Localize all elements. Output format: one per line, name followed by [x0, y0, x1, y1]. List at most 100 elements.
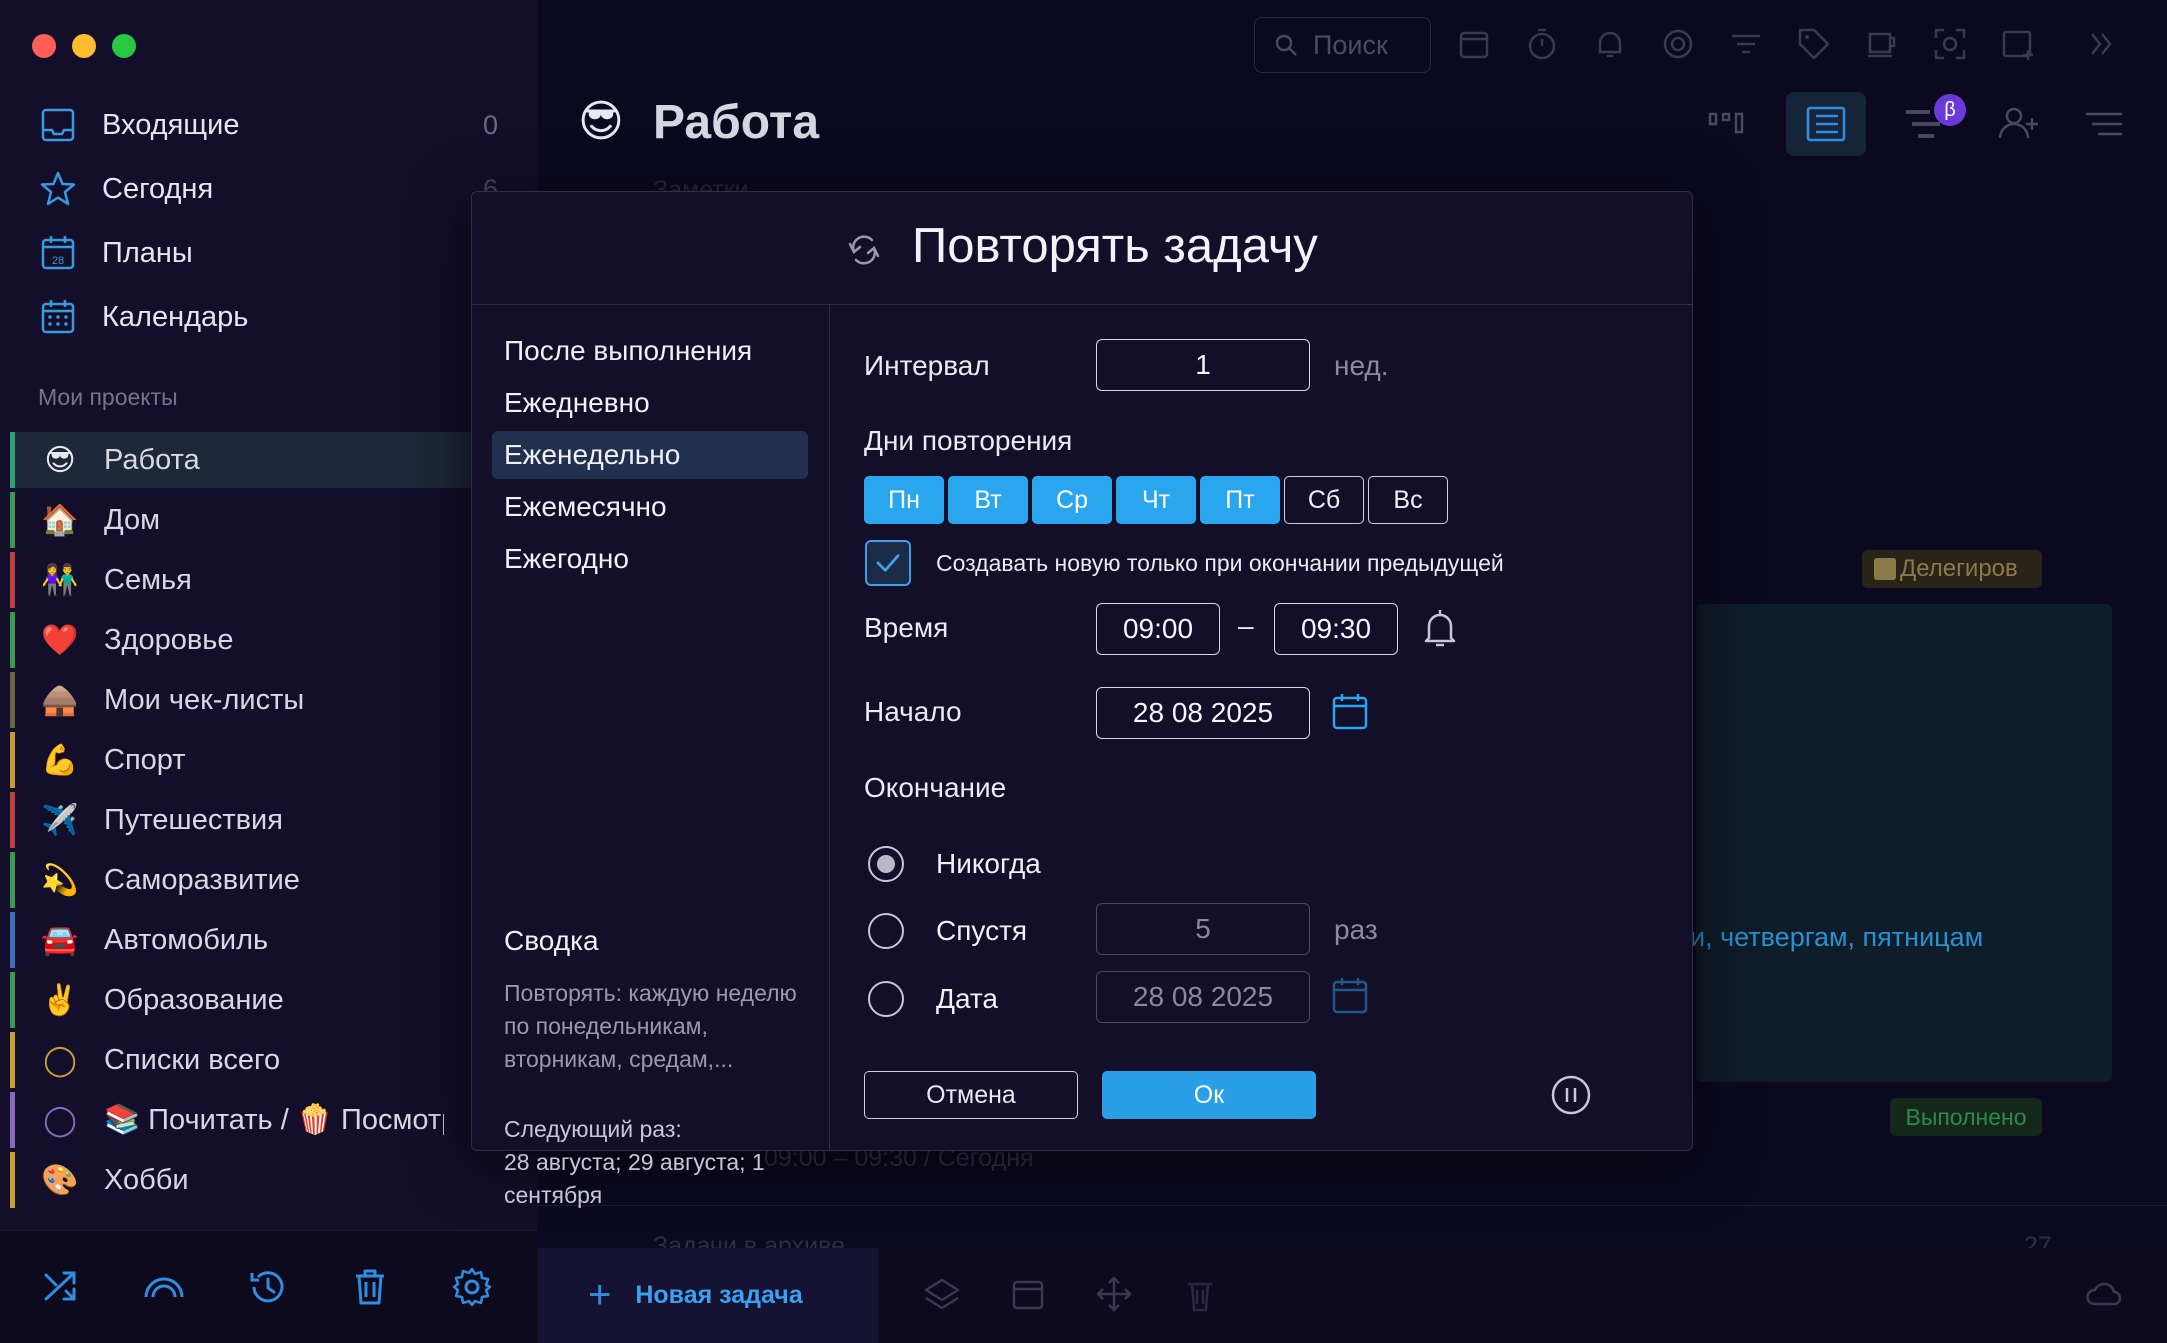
target-icon[interactable] — [1658, 24, 1698, 64]
sidebar-project-item[interactable]: ◯ Списки всего — [10, 1032, 538, 1088]
day-wed[interactable]: Ср — [1032, 476, 1112, 524]
freq-monthly[interactable]: Ежемесячно — [492, 483, 808, 531]
end-after-count-input[interactable] — [1096, 903, 1310, 955]
freq-weekly[interactable]: Еженедельно — [492, 431, 808, 479]
search-box[interactable] — [1254, 17, 1431, 73]
chevrons-right-icon[interactable] — [2082, 24, 2122, 64]
project-color-bar — [10, 1032, 15, 1088]
day-mon[interactable]: Пн — [864, 476, 944, 524]
bell-icon[interactable] — [1590, 24, 1630, 64]
sidebar-project-item[interactable]: 👫 Семья — [10, 552, 538, 608]
maximize-window-button[interactable] — [112, 34, 136, 58]
day-thu[interactable]: Чт — [1116, 476, 1196, 524]
settings-icon[interactable] — [450, 1265, 494, 1309]
day-sun[interactable]: Вс — [1368, 476, 1448, 524]
freq-yearly[interactable]: Ежегодно — [492, 535, 808, 583]
sidebar: Входящие 0 Сегодня 6 28 Планы Календарь … — [0, 0, 538, 1343]
end-never-radio[interactable] — [868, 846, 904, 882]
coffee-icon[interactable] — [1862, 24, 1902, 64]
sidebar-item-inbox[interactable]: Входящие — [38, 98, 240, 152]
end-label: Окончание — [864, 772, 1007, 803]
sidebar-project-item[interactable]: 🚘 Автомобиль — [10, 912, 538, 968]
bell-icon[interactable] — [1418, 606, 1462, 650]
calendar-icon[interactable] — [1328, 974, 1372, 1018]
project-emoji: 😎 — [578, 97, 624, 146]
end-date-input[interactable] — [1096, 971, 1310, 1023]
next-occurrence-text: 28 августа; 29 августа; 1 сентября — [504, 1149, 765, 1208]
time-end-input[interactable] — [1274, 603, 1398, 655]
sidebar-project-item[interactable]: 🎨 Хобби — [10, 1152, 538, 1208]
sort-icon[interactable] — [2080, 100, 2128, 148]
sidebar-project-item[interactable]: 🛖 Мои чек-листы — [10, 672, 538, 728]
end-date-label: Дата — [936, 983, 999, 1014]
calendar-icon[interactable] — [1454, 24, 1494, 64]
inbox-count: 0 — [482, 110, 498, 140]
sidebar-project-item[interactable]: ◯ 📚 Почитать / 🍿 Посмотреть — [10, 1092, 538, 1148]
end-date-radio[interactable] — [868, 981, 904, 1017]
cancel-button[interactable]: Отмена — [864, 1071, 1078, 1119]
freq-after-completion[interactable]: После выполнения — [492, 327, 808, 375]
trash-icon[interactable] — [348, 1265, 392, 1309]
day-fri[interactable]: Пт — [1200, 476, 1280, 524]
project-emoji-icon: ✈️ — [41, 803, 79, 837]
search-input[interactable] — [1313, 29, 1423, 61]
calendar-icon[interactable] — [1328, 690, 1372, 734]
sidebar-project-item[interactable]: 💫 Саморазвитие — [10, 852, 538, 908]
focus-icon[interactable] — [1930, 24, 1970, 64]
project-emoji-icon: 😎 — [44, 443, 76, 477]
sidebar-project-item[interactable]: 🏠 Дом — [10, 492, 538, 548]
sidebar-project-item[interactable]: ✈️ Путешествия — [10, 792, 538, 848]
create-after-checkbox[interactable] — [865, 540, 911, 586]
time-start-input[interactable] — [1096, 603, 1220, 655]
filter-icon[interactable] — [1726, 24, 1766, 64]
sidebar-project-item[interactable]: ✌️ Образование — [10, 972, 538, 1028]
timer-icon[interactable] — [1522, 24, 1562, 64]
minimize-window-button[interactable] — [72, 34, 96, 58]
summary-text: Повторять: каждую неделю по понедельника… — [504, 980, 797, 1072]
new-task-button[interactable]: + Новая задача — [538, 1248, 878, 1343]
project-color-bar — [10, 732, 15, 788]
ok-button[interactable]: Ок — [1102, 1071, 1316, 1119]
add-window-icon[interactable] — [1998, 24, 2038, 64]
project-color-bar — [10, 552, 15, 608]
task-card[interactable] — [1696, 604, 2112, 1082]
project-color-bar — [10, 1092, 15, 1148]
freq-daily[interactable]: Ежедневно — [492, 379, 808, 427]
day-tue[interactable]: Вт — [948, 476, 1028, 524]
pause-icon[interactable] — [1550, 1074, 1592, 1116]
svg-text:28: 28 — [52, 255, 64, 267]
new-task-label: Новая задача — [635, 1281, 803, 1309]
day-sat[interactable]: Сб — [1284, 476, 1364, 524]
sidebar-project-item[interactable]: 😎 Работа — [10, 432, 538, 488]
repeat-task-dialog: Повторять задачу После выполнения Ежедне… — [471, 191, 1693, 1208]
shuffle-icon[interactable] — [40, 1265, 84, 1309]
tag-icon[interactable] — [1794, 24, 1834, 64]
add-user-icon[interactable] — [1994, 100, 2042, 148]
trash-icon[interactable] — [1180, 1274, 1220, 1314]
end-after-unit: раз — [1334, 914, 1378, 945]
rainbow-icon[interactable] — [142, 1265, 186, 1309]
history-icon[interactable] — [246, 1265, 290, 1309]
sidebar-item-today[interactable]: Сегодня — [38, 162, 213, 216]
layers-icon[interactable] — [922, 1274, 962, 1314]
calendar-icon[interactable] — [1008, 1274, 1048, 1314]
project-emoji-icon: 🚘 — [41, 923, 79, 957]
close-window-button[interactable] — [32, 34, 56, 58]
end-after-radio[interactable] — [868, 913, 904, 949]
time-label: Время — [864, 612, 949, 643]
interval-unit: нед. — [1334, 350, 1389, 381]
sidebar-item-plans[interactable]: 28 Планы — [38, 226, 193, 280]
list-view-icon — [1806, 106, 1846, 142]
checkmark-icon — [876, 554, 900, 572]
sidebar-project-item[interactable]: ❤️ Здоровье — [10, 612, 538, 668]
start-date-input[interactable] — [1096, 687, 1310, 739]
board-view-icon[interactable] — [1702, 100, 1750, 148]
interval-input[interactable] — [1096, 339, 1310, 391]
done-status-badge: Выполнено — [1890, 1098, 2042, 1136]
sidebar-project-item[interactable]: 💪 Спорт — [10, 732, 538, 788]
project-emoji-icon: 💫 — [41, 863, 79, 897]
move-icon[interactable] — [1094, 1274, 1134, 1314]
star-icon — [40, 171, 76, 206]
cloud-icon[interactable] — [2084, 1274, 2124, 1314]
sidebar-item-calendar[interactable]: Календарь — [38, 290, 248, 344]
